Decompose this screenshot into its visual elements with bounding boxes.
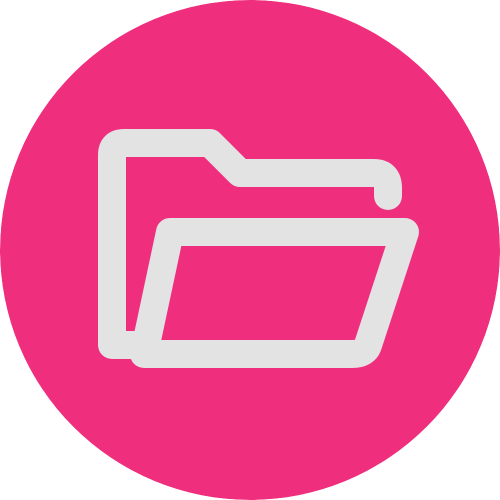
badge-circle <box>0 0 500 500</box>
icon-stage <box>0 0 500 500</box>
open-folder-icon <box>0 0 500 500</box>
folder-badge <box>0 0 500 500</box>
